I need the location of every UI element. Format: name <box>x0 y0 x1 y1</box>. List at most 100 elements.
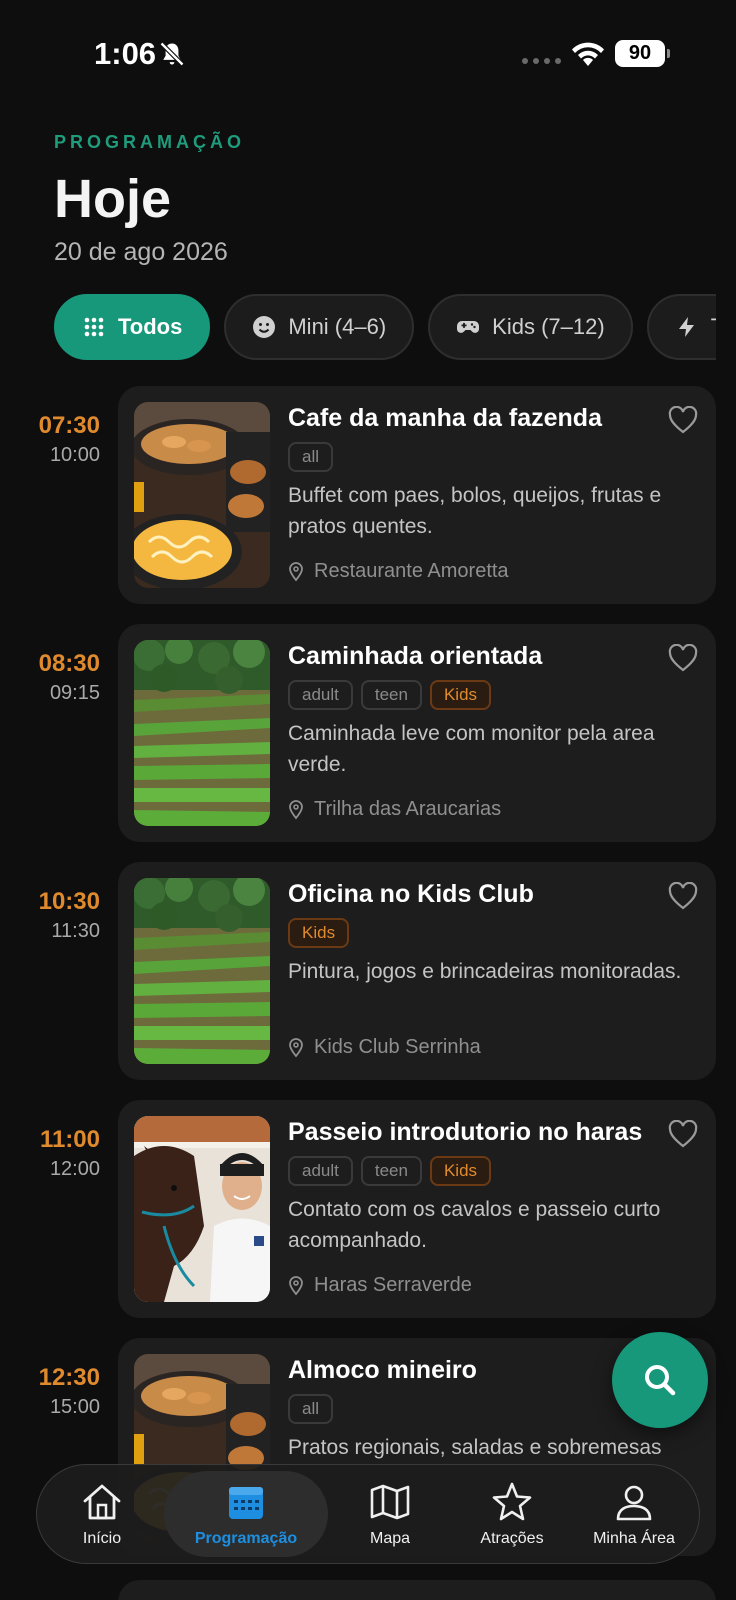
event-row: 08:30 09:15 Caminhada orientada adult te… <box>0 624 736 842</box>
user-icon <box>616 1485 652 1521</box>
event-thumbnail <box>134 1116 270 1302</box>
event-row: 10:30 11:30 Oficina no Kids Club Kids Pi… <box>0 862 736 1080</box>
event-tags: all <box>288 1394 334 1424</box>
event-tags: adult teen Kids <box>288 680 492 710</box>
event-row: 11:00 12:00 Passeio introdutorio no hara… <box>0 1100 736 1318</box>
event-description: Buffet com paes, bolos, queijos, frutas … <box>288 484 662 538</box>
event-start-time: 07:30 <box>38 412 100 439</box>
event-end-time: 12:00 <box>49 1158 100 1180</box>
nav-label: Atrações <box>480 1530 544 1547</box>
event-thumbnail <box>134 640 270 826</box>
event-description: Pratos regionais, saladas e sobremesas <box>288 1436 662 1459</box>
heart-icon[interactable] <box>668 406 698 434</box>
event-tags: Kids <box>288 918 350 948</box>
grid-icon <box>84 317 104 337</box>
heart-icon[interactable] <box>668 882 698 910</box>
event-tag-kids: Kids <box>429 680 492 710</box>
gamepad-icon <box>457 321 480 333</box>
status-time: 1:06 <box>94 36 157 71</box>
event-card-partial <box>118 1580 716 1600</box>
home-icon <box>83 1484 121 1520</box>
event-end-time: 10:00 <box>49 444 100 466</box>
page-date: 20 de ago 2026 <box>54 238 228 266</box>
event-tag: all <box>288 442 334 472</box>
filter-chip-teen[interactable]: T <box>646 294 716 360</box>
event-start-time: 08:30 <box>38 650 100 677</box>
nav-item-mapa[interactable]: Mapa <box>330 1471 450 1557</box>
event-end-time: 11:30 <box>51 920 100 942</box>
bottom-navigation: Início Programação Mapa Atrações Minha Á… <box>36 1464 700 1564</box>
bell-muted-icon <box>159 41 185 67</box>
event-time: 10:30 11:30 <box>0 862 100 943</box>
event-description: Caminhada leve com monitor pela area ver… <box>288 722 655 776</box>
star-icon <box>492 1482 532 1521</box>
heart-icon[interactable] <box>668 1120 698 1148</box>
calendar-icon <box>229 1487 263 1519</box>
event-card[interactable]: Passeio introdutorio no haras adult teen… <box>118 1100 716 1318</box>
event-thumbnail <box>134 878 270 1064</box>
event-tag-kids: Kids <box>288 918 350 948</box>
event-tag: adult <box>288 1156 353 1186</box>
filter-chip-label: Kids (7–12) <box>492 314 605 339</box>
event-time: 07:30 10:00 <box>0 386 100 467</box>
nav-label: Início <box>82 1530 122 1547</box>
event-title: Cafe da manha da fazenda <box>288 404 602 432</box>
event-end-time: 09:15 <box>49 682 100 704</box>
event-tag: teen <box>360 680 422 710</box>
battery-indicator: 90 <box>615 40 670 67</box>
nav-label: Minha Área <box>593 1530 675 1547</box>
event-title: Oficina no Kids Club <box>288 880 534 908</box>
nav-label: Programação <box>194 1530 298 1547</box>
event-start-time: 12:30 <box>38 1364 100 1391</box>
event-row: 07:30 10:00 Cafe da manha da fazenda all… <box>0 386 736 604</box>
event-tag: adult <box>288 680 353 710</box>
filter-chip-kids[interactable]: Kids (7–12) <box>428 294 633 360</box>
event-card[interactable]: Oficina no Kids Club Kids Pintura, jogos… <box>118 862 716 1080</box>
filter-chip-mini[interactable]: Mini (4–6) <box>224 294 415 360</box>
event-description: Contato com os cavalos e passeio curto a… <box>288 1198 661 1252</box>
location-pin-icon <box>289 1037 303 1057</box>
filter-chip-label: T <box>711 314 716 340</box>
location-pin-icon <box>289 1275 303 1295</box>
nav-item-programacao[interactable]: Programação <box>164 1471 328 1557</box>
event-start-time: 11:00 <box>39 1126 100 1153</box>
event-location-label: Kids Club Serrinha <box>314 1036 481 1058</box>
event-time: 11:00 12:00 <box>0 1100 100 1181</box>
event-tag: all <box>288 1394 334 1424</box>
event-time: 12:30 15:00 <box>0 1338 100 1419</box>
bolt-icon <box>678 317 694 337</box>
nav-label: Mapa <box>369 1530 411 1547</box>
nav-item-inicio[interactable]: Início <box>42 1471 162 1557</box>
event-card[interactable]: Caminhada orientada adult teen Kids Cami… <box>118 624 716 842</box>
event-description: Pintura, jogos e brincadeiras monitorada… <box>288 960 682 983</box>
location-pin-icon <box>289 799 303 819</box>
nav-item-atracoes[interactable]: Atrações <box>452 1471 572 1557</box>
event-card[interactable]: Cafe da manha da fazenda all Buffet com … <box>118 386 716 604</box>
heart-icon[interactable] <box>668 644 698 672</box>
page-title: Hoje <box>54 169 172 229</box>
filter-chips: Todos Mini (4–6) Kids (7–12) T <box>54 294 716 360</box>
smile-icon <box>253 316 276 338</box>
event-thumbnail <box>134 402 270 588</box>
nav-item-minha-area[interactable]: Minha Área <box>574 1471 694 1557</box>
event-location: Kids Club Serrinha <box>288 1036 481 1059</box>
event-time: 08:30 09:15 <box>0 624 100 705</box>
filter-chip-label: Mini (4–6) <box>288 314 387 339</box>
search-button[interactable] <box>612 1332 708 1428</box>
status-bar: 1:06 90 <box>0 0 736 110</box>
event-location-label: Haras Serraverde <box>314 1274 472 1296</box>
event-tags: adult teen Kids <box>288 1156 492 1186</box>
search-icon <box>645 1365 676 1396</box>
cellular-signal-icon <box>522 58 561 64</box>
event-location: Restaurante Amoretta <box>288 560 509 583</box>
filter-chip-label: Todos <box>118 314 183 339</box>
event-tag: teen <box>360 1156 422 1186</box>
event-title: Almoco mineiro <box>288 1356 477 1384</box>
section-kicker: PROGRAMAÇÃO <box>54 132 245 152</box>
event-tag-kids: Kids <box>429 1156 492 1186</box>
event-start-time: 10:30 <box>38 888 100 915</box>
event-tags: all <box>288 442 334 472</box>
event-end-time: 15:00 <box>49 1396 100 1418</box>
event-title: Caminhada orientada <box>288 642 543 670</box>
filter-chip-todos[interactable]: Todos <box>54 294 211 360</box>
